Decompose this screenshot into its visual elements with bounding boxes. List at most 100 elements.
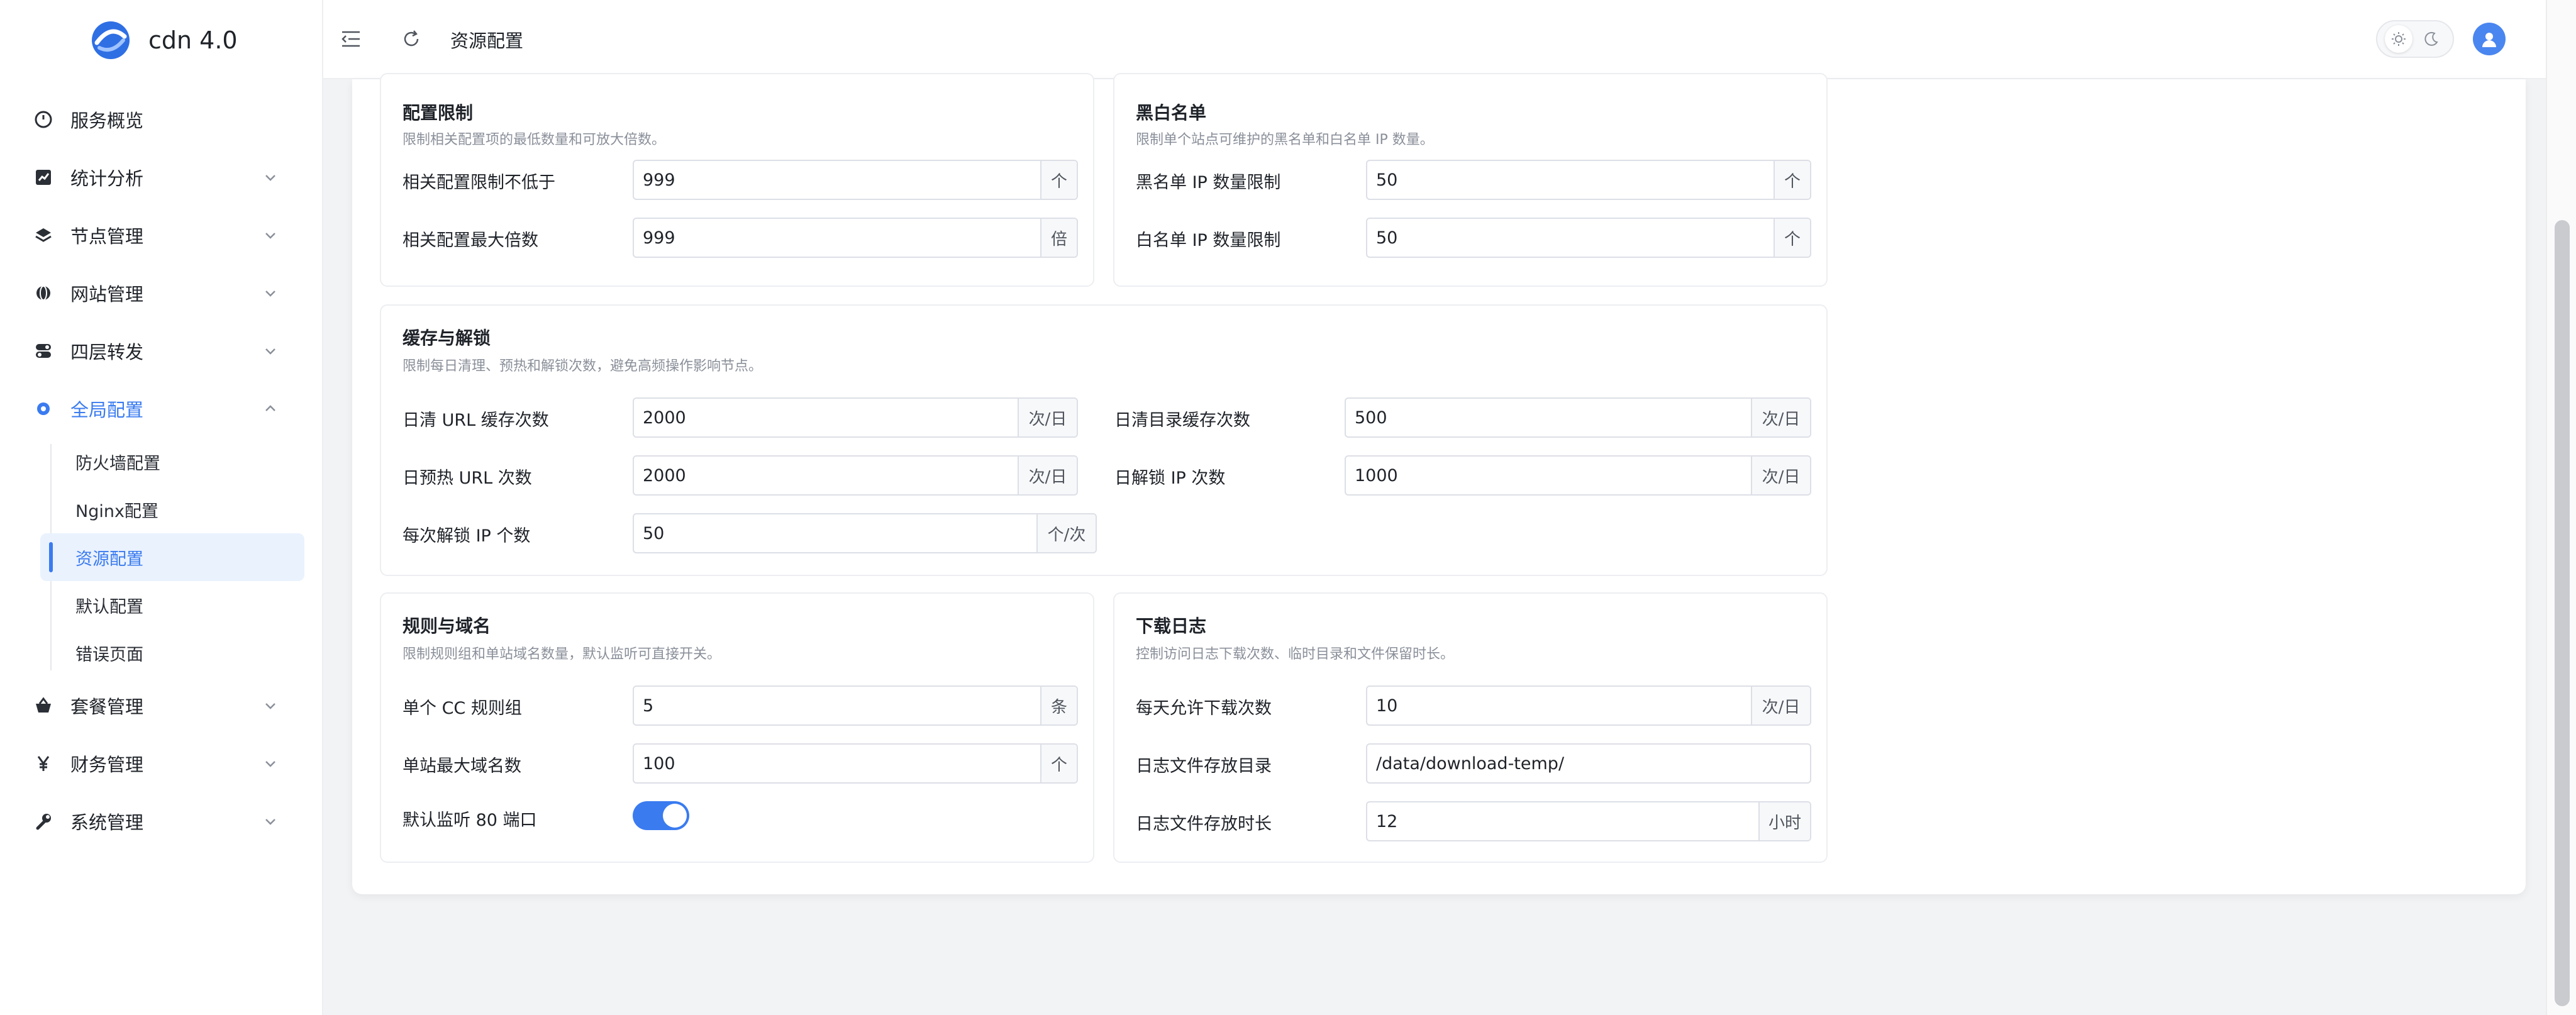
nav-item-websites[interactable]: 网站管理 [0,264,323,322]
field-cc-rule-group: 单个 CC 规则组 条 [402,685,1078,726]
field-label: 单站最大域名数 [402,757,521,776]
chevron-down-icon [265,703,275,709]
field-unlock-ip-per-time: 每次解锁 IP 个数 个/次 [402,513,1097,553]
whitelist-limit-input[interactable] [1367,219,1774,257]
input-suffix: 个 [1774,161,1810,199]
switch-icon [33,340,54,362]
chevron-down-icon [265,233,275,239]
cdn-logo-icon [92,21,130,59]
field-blacklist-limit: 黑名单 IP 数量限制 个 [1136,160,1811,200]
sub-item-firewall[interactable]: 防火墙配置 [0,438,323,485]
nav-label: 服务概览 [70,110,144,131]
daily-download-count-input[interactable] [1367,687,1751,724]
nav-label: 系统管理 [70,812,144,833]
daily-url-prefetch-input[interactable] [634,457,1018,494]
input-suffix: 个 [1040,745,1077,782]
field-log-directory: 日志文件存放目录 [1136,743,1811,784]
refresh-icon[interactable] [400,28,423,50]
globe-icon [33,282,54,304]
field-daily-url-prefetch: 日预热 URL 次数 次/日 [402,455,1078,496]
section-download-logs: 下载日志 控制访问日志下载次数、临时目录和文件保留时长。 每天允许下载次数 次/… [1113,592,1828,863]
section-title: 规则与域名 [402,616,491,636]
log-directory-input[interactable] [1367,745,1810,782]
sub-item-nginx[interactable]: Nginx配置 [0,485,323,533]
nav-item-nodes[interactable]: 节点管理 [0,206,323,264]
daily-url-purge-input[interactable] [634,399,1018,436]
nav-item-overview[interactable]: 服务概览 [0,91,323,148]
collapse-menu-icon[interactable] [340,28,362,50]
field-daily-url-purge: 日清 URL 缓存次数 次/日 [402,397,1078,438]
layers-icon [33,225,54,246]
yen-icon [33,753,54,774]
max-domains-input-group: 个 [633,743,1078,784]
nav-item-l4-forward[interactable]: 四层转发 [0,322,323,380]
chevron-down-icon [265,819,275,825]
nav-item-packages[interactable]: 套餐管理 [0,677,323,735]
sub-item-error-page[interactable]: 错误页面 [0,629,323,677]
nav-label: 套餐管理 [70,696,144,718]
listen-port-80-switch[interactable] [633,801,689,830]
field-min-config-limit: 相关配置限制不低于 个 [402,160,1078,200]
wrench-icon [33,811,54,832]
chevron-down-icon [265,175,275,181]
sub-item-resource[interactable]: 资源配置 [40,533,304,581]
field-whitelist-limit: 白名单 IP 数量限制 个 [1136,218,1811,258]
brand[interactable]: cdn 4.0 [88,18,238,63]
scrollbar-thumb[interactable] [2555,220,2570,1006]
sidebar-nav: 服务概览 统计分析 节点管理 网站管理 四层转发 全局配置 防火墙配置 Ngin… [0,91,323,850]
chevron-down-icon [265,348,275,355]
nav-item-system[interactable]: 系统管理 [0,792,323,850]
sub-item-default[interactable]: 默认配置 [0,581,323,629]
max-domains-input[interactable] [634,745,1040,782]
min-config-input[interactable] [634,161,1040,199]
input-suffix: 小时 [1758,802,1810,840]
field-label: 黑名单 IP 数量限制 [1136,173,1281,192]
unlock-ip-per-time-input[interactable] [634,514,1036,552]
blacklist-limit-input[interactable] [1367,161,1774,199]
field-label: 日志文件存放目录 [1136,757,1272,776]
ip-unlock-input-group: 次/日 [1345,455,1811,496]
input-suffix: 次/日 [1018,457,1077,494]
field-label: 日预热 URL 次数 [402,469,532,488]
nav-item-statistics[interactable]: 统计分析 [0,148,323,206]
max-multiplier-input[interactable] [634,219,1040,257]
input-suffix: 次/日 [1751,457,1810,494]
section-title: 下载日志 [1136,616,1207,636]
field-listen-port-80: 默认监听 80 端口 [402,797,1078,838]
field-daily-dir-purge: 日清目录缓存次数 次/日 [1114,397,1811,438]
field-label: 日清 URL 缓存次数 [402,411,549,430]
switch-knob [663,804,687,828]
input-suffix: 次/日 [1751,399,1810,436]
field-label: 单个 CC 规则组 [402,699,522,718]
nav-item-finance[interactable]: 财务管理 [0,735,323,792]
field-daily-ip-unlock: 日解锁 IP 次数 次/日 [1114,455,1811,496]
nav-item-global-config[interactable]: 全局配置 [0,380,323,438]
user-avatar-icon[interactable] [2473,23,2506,55]
field-max-domains: 单站最大域名数 个 [402,743,1078,784]
section-description: 限制相关配置项的最低数量和可放大倍数。 [402,132,666,148]
field-label: 日解锁 IP 次数 [1114,469,1226,488]
daily-dir-purge-input[interactable] [1346,399,1751,436]
global-config-submenu: 防火墙配置 Nginx配置 资源配置 默认配置 错误页面 [0,438,323,677]
page-scrollbar[interactable] [2546,0,2576,1015]
max-multiplier-input-group: 倍 [633,218,1078,258]
unlock-ip-input-group: 个/次 [633,513,1097,553]
field-label: 每次解锁 IP 个数 [402,526,531,546]
chart-icon [33,167,54,188]
cc-rule-group-input[interactable] [634,687,1040,724]
sun-icon[interactable] [2385,25,2412,53]
section-description: 控制访问日志下载次数、临时目录和文件保留时长。 [1136,646,1455,662]
theme-toggle[interactable] [2376,20,2454,58]
section-rules-domains: 规则与域名 限制规则组和单站域名数量，默认监听可直接开关。 单个 CC 规则组 … [380,592,1094,863]
log-directory-input-group [1366,743,1811,784]
moon-icon[interactable] [2418,25,2445,53]
section-blackwhite-list: 黑白名单 限制单个站点可维护的黑名单和白名单 IP 数量。 黑名单 IP 数量限… [1113,73,1828,287]
section-description: 限制规则组和单站域名数量，默认监听可直接开关。 [402,646,721,662]
nav-label: 统计分析 [70,168,144,189]
top-header: 资源配置 [323,0,2546,79]
field-label: 默认监听 80 端口 [402,811,537,830]
daily-ip-unlock-input[interactable] [1346,457,1751,494]
resource-config-card: 配置限制 限制相关配置项的最低数量和可放大倍数。 相关配置限制不低于 个 相关配… [352,73,2526,894]
whitelist-input-group: 个 [1366,218,1811,258]
log-retention-input[interactable] [1367,802,1758,840]
